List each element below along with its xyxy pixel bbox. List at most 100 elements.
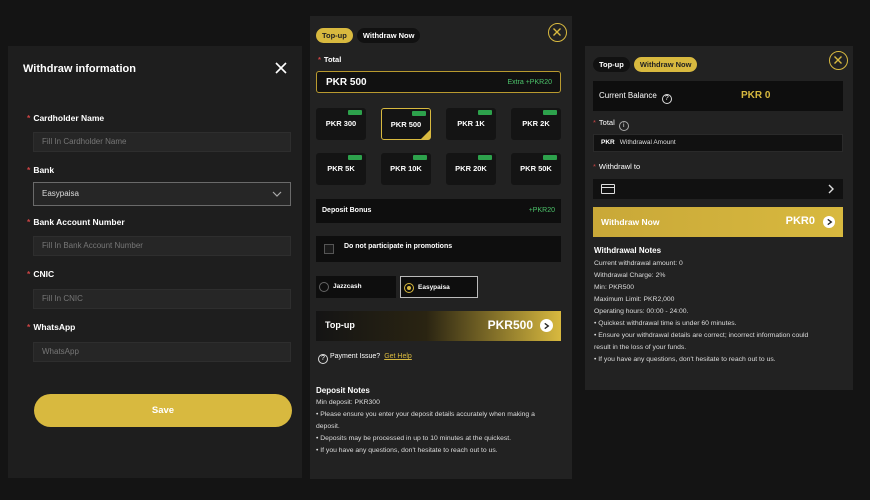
close-icon (553, 28, 561, 36)
note-line: Maximum Limit: PKR2,000 (594, 296, 675, 303)
amount-chip-1k[interactable]: PKR 1K (446, 108, 496, 140)
note-line: • If you have any questions, don't hesit… (316, 447, 498, 454)
topup-button-label: Top-up (325, 320, 355, 330)
withdrawal-amount-input[interactable]: PKR Withdrawal Amount (593, 134, 843, 152)
bank-account-label: * Bank Account Number (27, 217, 125, 227)
withdrawal-notes-title: Withdrawal Notes (594, 246, 662, 255)
withdrawal-notes: Current withdrawal amount: 0 Withdrawal … (594, 258, 808, 366)
note-line: • Deposits may be processed in up to 10 … (316, 435, 512, 442)
amount-chip-50k[interactable]: PKR 50K (511, 153, 561, 185)
note-line: Operating hours: 00:00 - 24:00. (594, 308, 689, 315)
amount-chip-10k[interactable]: PKR 10K (381, 153, 431, 185)
current-balance-row: Current Balance? PKR 0 (593, 81, 843, 111)
promo-badge (478, 110, 492, 115)
promo-badge (478, 155, 492, 160)
chevron-down-icon (272, 191, 282, 197)
question-icon[interactable]: ? (661, 94, 672, 104)
deposit-bonus-row: Deposit Bonus +PKR20 (316, 199, 561, 223)
note-line: • Please ensure you enter your deposit d… (316, 411, 535, 418)
note-line: • Ensure your withdrawal details are cor… (594, 332, 809, 339)
total-label: * Total i (593, 118, 629, 131)
whatsapp-label: * WhatsApp (27, 322, 76, 332)
tab-withdraw-now[interactable]: Withdraw Now (633, 57, 698, 72)
topup-panel: Top-up Withdraw Now * Total PKR 500 Extra… (310, 16, 572, 479)
radio-selected-icon (404, 283, 414, 293)
topup-button[interactable]: Top-up PKR500 (316, 311, 561, 341)
cardholder-name-label: * Cardholder Name (27, 113, 105, 123)
close-button[interactable] (829, 51, 848, 70)
note-line: Min deposit: PKR300 (316, 399, 380, 406)
deposit-bonus-value: +PKR20 (528, 207, 555, 214)
close-icon (834, 56, 842, 64)
note-line: Withdrawal Charge: 2% (594, 272, 666, 279)
withdraw-to-selector[interactable] (593, 179, 843, 199)
close-icon[interactable] (274, 61, 288, 75)
promo-badge (413, 155, 427, 160)
withdraw-now-button[interactable]: Withdraw Now PKR0 (593, 207, 843, 237)
withdraw-button-amount: PKR0 (785, 215, 815, 227)
amount-chip-20k[interactable]: PKR 20K (446, 153, 496, 185)
promo-badge (412, 111, 426, 116)
bank-account-input[interactable]: Fill In Bank Account Number (33, 236, 291, 256)
amount-input[interactable]: PKR 500 Extra +PKR20 (316, 71, 561, 93)
withdrawal-amount-placeholder: Withdrawal Amount (619, 139, 676, 146)
currency-label: PKR (601, 139, 615, 146)
amount-chip-2k[interactable]: PKR 2K (511, 108, 561, 140)
card-icon (601, 184, 615, 194)
promotion-opt-out-label: Do not participate in promotions (344, 243, 453, 250)
cardholder-name-input[interactable]: Fill In Cardholder Name (33, 132, 291, 152)
bank-select-value: Easypaisa (42, 189, 79, 198)
radio-icon (319, 282, 329, 292)
question-icon: ? (318, 354, 328, 364)
promo-badge (543, 155, 557, 160)
current-balance-value: PKR 0 (741, 90, 771, 101)
extra-bonus: Extra +PKR20 (507, 79, 552, 86)
current-balance-label: Current Balance? (599, 91, 674, 104)
method-label: Jazzcash (333, 283, 362, 290)
chevron-right-icon (828, 184, 834, 194)
topup-tabs: Top-up Withdraw Now (316, 28, 421, 43)
save-button[interactable]: Save (34, 394, 292, 427)
amount-value: PKR 500 (326, 77, 367, 88)
cnic-input[interactable]: Fill In CNIC (33, 289, 291, 309)
info-icon[interactable]: i (618, 121, 629, 131)
close-button[interactable] (548, 23, 567, 42)
amount-chip-500[interactable]: PKR 500 (381, 108, 431, 140)
tab-topup[interactable]: Top-up (316, 28, 353, 43)
method-label: Easypaisa (418, 284, 450, 291)
promo-badge (348, 155, 362, 160)
withdraw-to-label: * Withdrawl to (593, 162, 641, 171)
amount-chip-300[interactable]: PKR 300 (316, 108, 366, 140)
note-line: Min: PKR500 (594, 284, 635, 291)
amount-chip-5k[interactable]: PKR 5K (316, 153, 366, 185)
promo-badge (543, 110, 557, 115)
bank-select[interactable]: Easypaisa (33, 182, 291, 206)
deposit-bonus-label: Deposit Bonus (322, 207, 372, 214)
tab-topup[interactable]: Top-up (593, 57, 630, 72)
method-easypaisa[interactable]: Easypaisa (400, 276, 478, 298)
note-line: Current withdrawal amount: 0 (594, 260, 683, 267)
tab-withdraw-now[interactable]: Withdraw Now (356, 28, 421, 43)
withdraw-button-label: Withdraw Now (601, 217, 660, 227)
bank-label: * Bank (27, 165, 55, 175)
note-line: result in the loss of your funds. (594, 344, 687, 351)
withdraw-info-panel: Withdraw information * Cardholder Name Fi… (8, 46, 302, 478)
payment-issue-row: ? Payment Issue? Get Help (318, 353, 412, 364)
deposit-notes: Min deposit: PKR300 • Please ensure you … (316, 397, 535, 457)
topup-button-amount: PKR500 (487, 318, 533, 332)
selected-check-icon (421, 130, 430, 139)
withdraw-tabs: Top-up Withdraw Now (593, 57, 698, 72)
arrow-right-icon (540, 319, 553, 332)
deposit-notes-title: Deposit Notes (316, 386, 370, 395)
arrow-right-icon (823, 216, 835, 228)
get-help-link[interactable]: Get Help (384, 353, 412, 360)
promo-badge (348, 110, 362, 115)
note-line: • Quickest withdrawal time is under 60 m… (594, 320, 737, 327)
whatsapp-input[interactable]: WhatsApp (33, 342, 291, 362)
total-label: * Total (318, 55, 342, 64)
payment-issue-text: Payment Issue? (330, 353, 381, 360)
method-jazzcash[interactable]: Jazzcash (316, 276, 396, 298)
promotion-checkbox[interactable] (324, 244, 334, 254)
promotion-opt-out-row[interactable]: Do not participate in promotions (316, 236, 561, 262)
panel-title: Withdraw information (23, 63, 136, 75)
